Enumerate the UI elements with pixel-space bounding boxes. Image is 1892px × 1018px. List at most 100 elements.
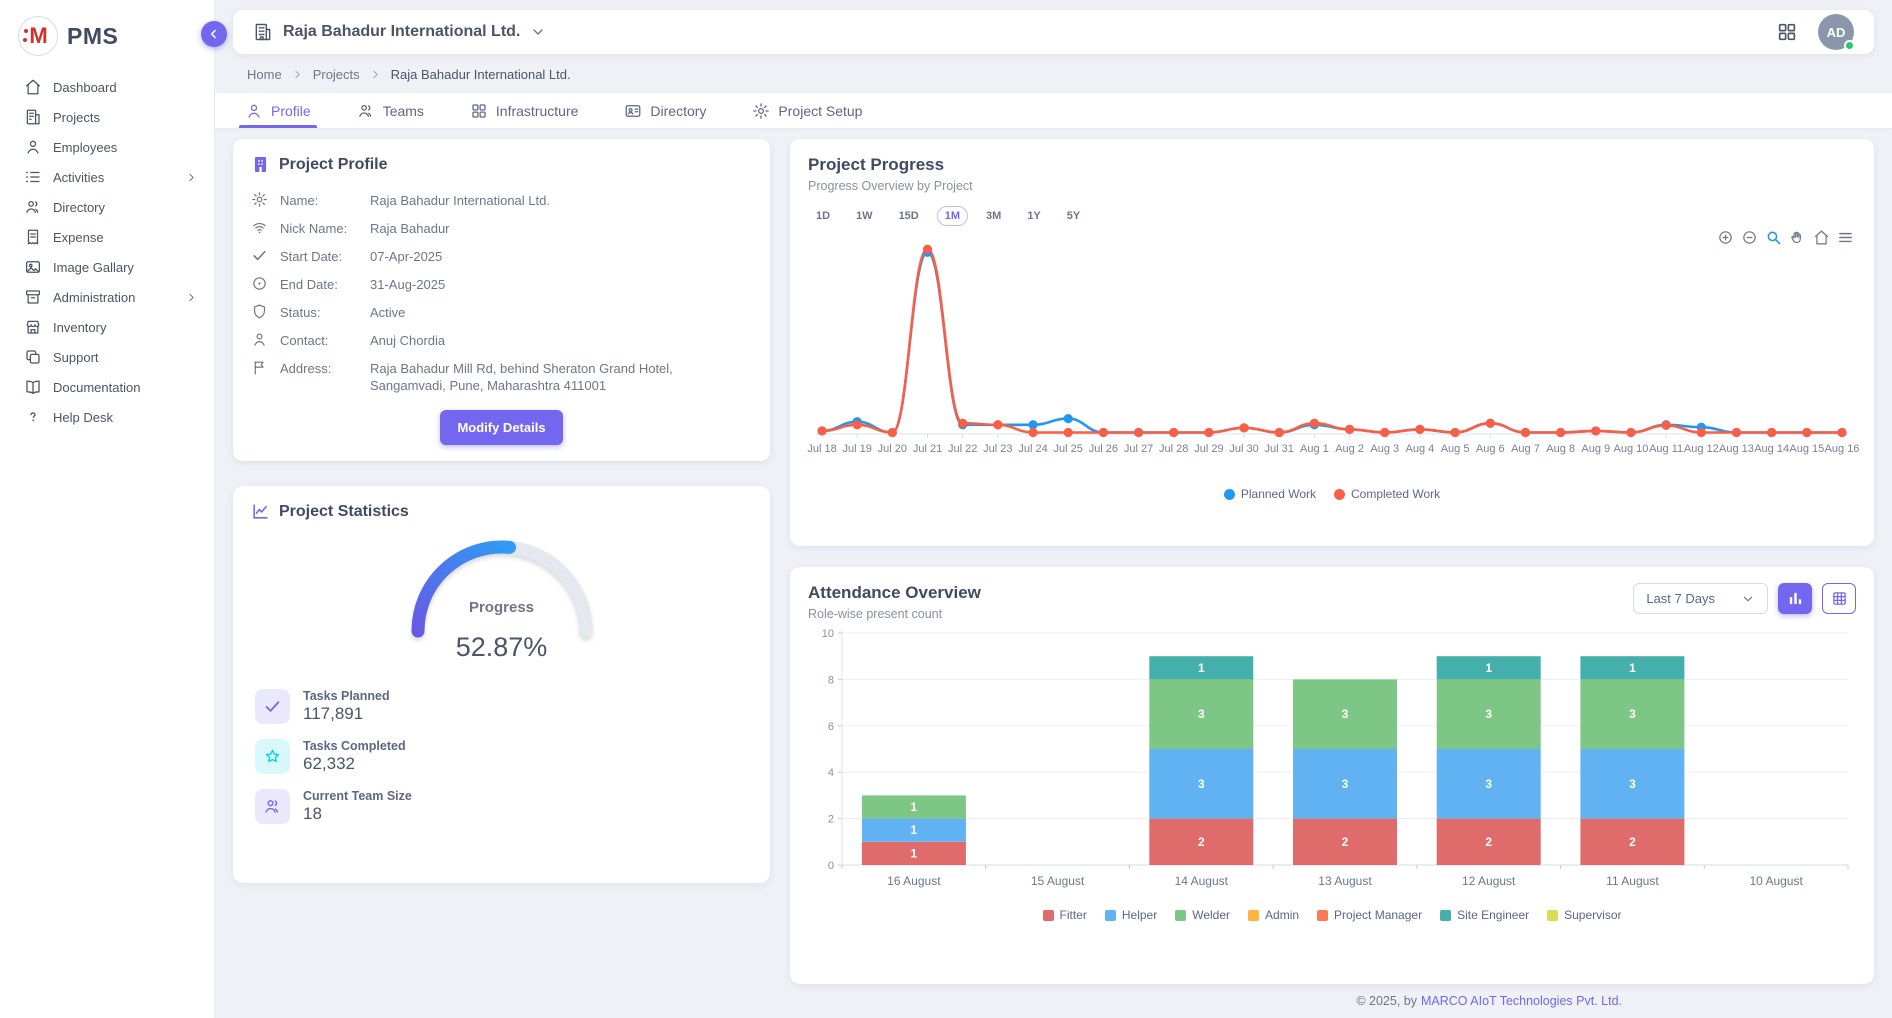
legend-item-planned-work[interactable]: Planned Work <box>1224 487 1316 501</box>
tab-bar: Profile Teams Infrastructure Directory P… <box>215 93 1892 128</box>
range-button-1y[interactable]: 1Y <box>1019 206 1048 226</box>
range-button-1d[interactable]: 1D <box>808 206 838 226</box>
topbar: Raja Bahadur International Ltd. AD <box>233 10 1874 54</box>
range-button-1w[interactable]: 1W <box>848 206 881 226</box>
sidebar-item-administration[interactable]: Administration <box>0 282 214 312</box>
field-label: Nick Name: <box>280 220 358 237</box>
profile-field-contact: Contact: Anuj Chordia <box>251 332 752 349</box>
sidebar-item-projects[interactable]: Projects <box>0 102 214 132</box>
svg-text:3: 3 <box>1629 777 1636 791</box>
breadcrumb-home[interactable]: Home <box>247 67 282 82</box>
home-icon[interactable] <box>1813 229 1830 246</box>
legend-item-welder[interactable]: Welder <box>1175 908 1230 922</box>
legend-item-helper[interactable]: Helper <box>1105 908 1157 922</box>
tab-teams[interactable]: Teams <box>357 93 424 128</box>
svg-text:Aug 2: Aug 2 <box>1335 443 1364 455</box>
sidebar-item-label: Directory <box>53 200 198 215</box>
avatar-initials: AD <box>1827 25 1846 40</box>
sidebar-item-image-gallary[interactable]: Image Gallary <box>0 252 214 282</box>
company-selector[interactable]: Raja Bahadur International Ltd. <box>253 22 546 42</box>
grid-icon <box>1776 21 1798 43</box>
zoom-in-icon[interactable] <box>1717 229 1734 246</box>
gauge-label: Progress <box>469 599 534 616</box>
sidebar-item-help-desk[interactable]: Help Desk <box>0 402 214 432</box>
svg-text:15 August: 15 August <box>1031 874 1085 888</box>
tab-directory[interactable]: Directory <box>624 93 706 128</box>
tab-label: Infrastructure <box>496 103 578 119</box>
user-avatar[interactable]: AD <box>1818 14 1854 50</box>
sidebar-item-directory[interactable]: Directory <box>0 192 214 222</box>
bar-chart-view-button[interactable] <box>1778 583 1812 614</box>
tab-project-setup[interactable]: Project Setup <box>752 93 862 128</box>
magnifier-icon[interactable] <box>1765 229 1782 246</box>
field-value: Raja Bahadur Mill Rd, behind Sheraton Gr… <box>370 360 740 394</box>
sidebar-collapse-button[interactable] <box>201 21 227 47</box>
svg-text:Aug 9: Aug 9 <box>1581 443 1610 455</box>
bar-chart-legend: Fitter Helper Welder Admin Project Manager Si… <box>808 908 1856 922</box>
sidebar-item-support[interactable]: Support <box>0 342 214 372</box>
breadcrumb: HomeProjectsRaja Bahadur International L… <box>233 67 1874 82</box>
svg-text:Jul 28: Jul 28 <box>1159 443 1188 455</box>
menu-icon[interactable] <box>1837 229 1854 246</box>
tab-profile[interactable]: Profile <box>245 93 311 128</box>
chevron-right-icon <box>185 291 198 304</box>
range-button-5y[interactable]: 5Y <box>1059 206 1088 226</box>
legend-item-admin[interactable]: Admin <box>1248 908 1299 922</box>
legend-item-completed-work[interactable]: Completed Work <box>1334 487 1440 501</box>
legend-item-project-manager[interactable]: Project Manager <box>1317 908 1422 922</box>
profile-field-start-date: Start Date: 07-Apr-2025 <box>251 248 752 265</box>
sidebar-item-employees[interactable]: Employees <box>0 132 214 162</box>
sidebar-item-documentation[interactable]: Documentation <box>0 372 214 402</box>
svg-text:2: 2 <box>1629 835 1636 849</box>
field-label: Status: <box>280 304 358 321</box>
time-range-buttons: 1D 1W 15D 1M 3M 1Y 5Y <box>808 206 1856 226</box>
line-chart-legend: Planned Work Completed Work <box>808 487 1856 501</box>
svg-text:Aug 7: Aug 7 <box>1511 443 1540 455</box>
table-view-button[interactable] <box>1822 583 1856 614</box>
sidebar-item-activities[interactable]: Activities <box>0 162 214 192</box>
attendance-subtitle: Role-wise present count <box>808 607 981 621</box>
profile-field-name: Name: Raja Bahadur International Ltd. <box>251 192 752 209</box>
card-icon <box>624 102 642 120</box>
progress-line-chart[interactable]: Jul 18Jul 19Jul 20Jul 21Jul 22Jul 23Jul … <box>808 226 1856 478</box>
archive-icon <box>24 288 42 306</box>
range-button-3m[interactable]: 3M <box>978 206 1009 226</box>
svg-text:3: 3 <box>1629 707 1636 721</box>
app-logo[interactable]: M PMS <box>0 12 214 72</box>
building-icon <box>253 22 273 42</box>
attendance-bar-chart[interactable]: 024681016 August11115 August14 August233… <box>808 621 1856 899</box>
chevron-right-icon <box>185 171 198 184</box>
range-button-1m[interactable]: 1M <box>937 206 968 226</box>
profile-field-end-date: End Date: 31-Aug-2025 <box>251 276 752 293</box>
breadcrumb-projects[interactable]: Projects <box>313 67 360 82</box>
days-filter-select[interactable]: Last 7 Days <box>1633 583 1768 614</box>
footer-company-link[interactable]: MARCO AIoT Technologies Pvt. Ltd. <box>1421 994 1622 1008</box>
shield-icon <box>251 303 268 320</box>
attendance-overview-card: Attendance Overview Role-wise present co… <box>790 567 1874 984</box>
svg-text:Jul 27: Jul 27 <box>1124 443 1153 455</box>
pan-icon[interactable] <box>1789 229 1806 246</box>
legend-item-fitter[interactable]: Fitter <box>1043 908 1087 922</box>
sidebar-item-expense[interactable]: Expense <box>0 222 214 252</box>
tab-infrastructure[interactable]: Infrastructure <box>470 93 578 128</box>
attendance-controls: Last 7 Days <box>1633 583 1856 614</box>
svg-text:13 August: 13 August <box>1318 874 1372 888</box>
person-icon <box>251 331 268 348</box>
circle-dot-icon <box>251 275 268 292</box>
range-button-15d[interactable]: 15D <box>891 206 927 226</box>
svg-text:Aug 11: Aug 11 <box>1649 443 1683 455</box>
zoom-out-icon[interactable] <box>1741 229 1758 246</box>
grid-icon <box>470 102 488 120</box>
svg-text:Aug 8: Aug 8 <box>1546 443 1575 455</box>
sidebar-item-inventory[interactable]: Inventory <box>0 312 214 342</box>
apps-grid-button[interactable] <box>1776 20 1800 44</box>
svg-text:2: 2 <box>1485 835 1492 849</box>
legend-item-site-engineer[interactable]: Site Engineer <box>1440 908 1529 922</box>
topbar-actions: AD <box>1776 14 1854 50</box>
sidebar-item-dashboard[interactable]: Dashboard <box>0 72 214 102</box>
modify-details-button[interactable]: Modify Details <box>440 410 562 445</box>
svg-text:1: 1 <box>1485 661 1492 675</box>
svg-text:1: 1 <box>911 823 918 837</box>
legend-item-supervisor[interactable]: Supervisor <box>1547 908 1621 922</box>
days-filter-value: Last 7 Days <box>1646 591 1715 606</box>
